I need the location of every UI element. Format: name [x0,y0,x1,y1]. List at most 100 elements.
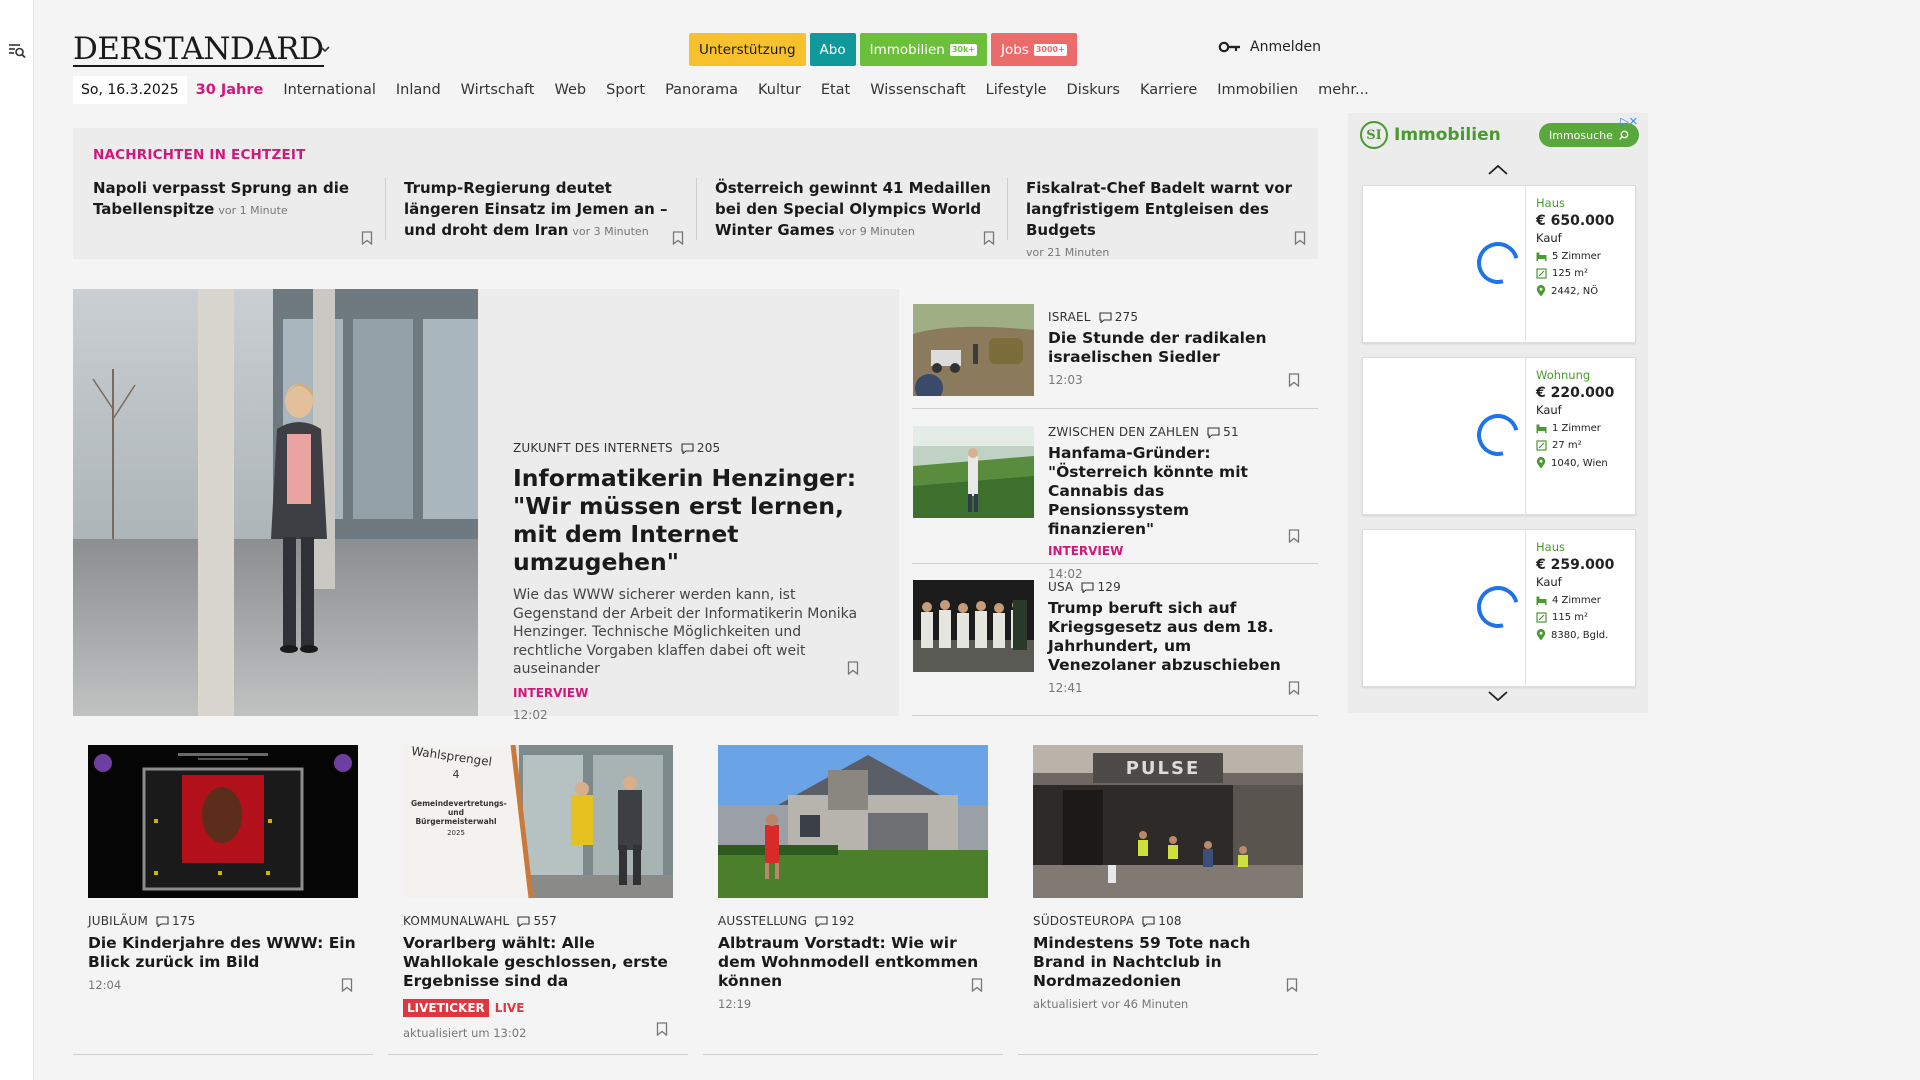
bookmark-icon[interactable] [1286,978,1298,992]
ad-listing-card[interactable]: Haus € 259.000 Kauf 4 Zimmer 115 m² 8380… [1362,529,1636,688]
hero-image[interactable] [73,289,478,716]
hero-article[interactable]: ZUKUNFT DES INTERNETS 205 Informatikerin… [73,289,899,722]
liveticker-badge-row: LIVETICKER LIVE [403,999,673,1017]
article-image[interactable] [88,745,358,898]
ad-choices-icon[interactable]: ▷✕ [1620,115,1638,128]
nav-item-sport[interactable]: Sport [606,82,645,98]
jobs-button[interactable]: Jobs 3000+ [991,33,1077,66]
chevron-down-icon[interactable] [318,42,332,56]
comment-count[interactable]: 108 [1142,914,1182,928]
comment-count[interactable]: 51 [1207,425,1239,439]
bookmark-icon[interactable] [1294,231,1306,245]
bookmark-icon[interactable] [1288,529,1300,543]
ticker-item[interactable]: Österreich gewinnt 41 Medaillen bei den … [715,178,1005,248]
side-kicker[interactable]: USA [1048,580,1073,594]
side-article-image[interactable] [913,580,1034,672]
side-article-image[interactable] [913,426,1034,518]
side-article-title[interactable]: Trump beruft sich auf Kriegsgesetz aus d… [1048,599,1298,675]
article-kicker[interactable]: JUBILÄUM [88,914,148,928]
nav-item-inland[interactable]: Inland [396,82,441,98]
side-article[interactable]: USA 129 Trump beruft sich auf Kriegsgese… [912,564,1318,716]
side-kicker-row: ISRAEL 275 [1048,310,1298,324]
nav-item-karriere[interactable]: Karriere [1140,82,1197,98]
location-pin-icon [1536,285,1546,297]
comment-count[interactable]: 205 [681,441,721,455]
article-title[interactable]: Vorarlberg wählt: Alle Wahllokale geschl… [403,934,673,991]
article-card[interactable]: PULSE SÜDOSTEUROPA 108 Mindestens 59 Tot… [1033,745,1303,1011]
comment-count[interactable]: 192 [815,914,855,928]
article-image[interactable]: Wahlsprengel 4 Gemeindevertretungs- und … [403,745,673,898]
side-kicker[interactable]: ISRAEL [1048,310,1091,324]
article-title[interactable]: Albtraum Vorstadt: Wie wir dem Wohnmodel… [718,934,988,991]
article-title[interactable]: Mindestens 59 Tote nach Brand in Nachtcl… [1033,934,1303,991]
hero-title[interactable]: Informatikerin Henzinger: "Wir müssen er… [513,464,873,576]
site-logo[interactable]: DERSTANDARD [73,31,324,67]
side-article-image[interactable] [913,304,1034,396]
nav-item-more[interactable]: mehr... [1318,82,1369,98]
bookmark-icon[interactable] [341,978,353,992]
side-article-text: ISRAEL 275 Die Stunde der radikalen isra… [1048,310,1298,387]
article-image[interactable]: PULSE [1033,745,1303,898]
article-kicker-row: AUSSTELLUNG 192 [718,914,988,928]
side-article[interactable]: ZWISCHEN DEN ZAHLEN 51 Hanfama-Gründer: … [912,409,1318,581]
bookmark-icon[interactable] [1288,373,1300,387]
bookmark-icon[interactable] [656,1022,668,1036]
nav-item-web[interactable]: Web [555,82,587,98]
article-kicker[interactable]: KOMMUNALWAHL [403,914,509,928]
nav-item-diskurs[interactable]: Diskurs [1067,82,1120,98]
bookmark-icon[interactable] [983,231,995,245]
bookmark-icon[interactable] [672,231,684,245]
ticker-heading[interactable]: NACHRICHTEN IN ECHTZEIT [93,147,306,163]
ad-listing-card[interactable]: Wohnung € 220.000 Kauf 1 Zimmer 27 m² 10… [1362,357,1636,516]
abo-button[interactable]: Abo [809,33,856,66]
article-title[interactable]: Die Kinderjahre des WWW: Ein Blick zurüc… [88,934,358,972]
article-kicker[interactable]: SÜDOSTEUROPA [1033,914,1134,928]
hero-kicker[interactable]: ZUKUNFT DES INTERNETS [513,441,673,455]
comment-count[interactable]: 275 [1099,310,1139,324]
nav-item-wirtschaft[interactable]: Wirtschaft [461,82,535,98]
bookmark-icon[interactable] [361,231,373,245]
bookmark-icon[interactable] [847,661,859,675]
side-kicker[interactable]: ZWISCHEN DEN ZAHLEN [1048,425,1199,439]
nav-item-wissenschaft[interactable]: Wissenschaft [870,82,965,98]
side-article-title[interactable]: Hanfama-Gründer: "Österreich könnte mit … [1048,444,1298,539]
nav-item-30-jahre[interactable]: 30 Jahre [196,82,264,98]
comment-count[interactable]: 175 [156,914,196,928]
nav-item-panorama[interactable]: Panorama [665,82,738,98]
search-icon [1618,130,1629,140]
immobilien-ad[interactable]: SI Immobilien Immosuche ▷✕ Haus € 650.00… [1348,113,1648,713]
nav-item-immobilien[interactable]: Immobilien [1217,82,1298,98]
article-card[interactable]: JUBILÄUM 175 Die Kinderjahre des WWW: Ei… [88,745,358,992]
immobilien-button[interactable]: Immobilien 30k+ [859,33,987,66]
comment-count[interactable]: 557 [517,914,557,928]
nav-item-etat[interactable]: Etat [821,82,850,98]
login-button[interactable]: Anmelden [1218,39,1321,55]
ticker-item[interactable]: Trump-Regierung deutet längeren Einsatz … [404,178,694,248]
listing-location-value: 1040, Wien [1551,457,1608,469]
nav-item-international[interactable]: International [283,82,376,98]
chevron-down-icon[interactable] [1486,689,1510,703]
article-kicker[interactable]: AUSSTELLUNG [718,914,807,928]
side-article[interactable]: ISRAEL 275 Die Stunde der radikalen isra… [912,289,1318,409]
search-menu-icon[interactable] [8,42,26,60]
ticker-item[interactable]: Napoli verpasst Sprung an die Tabellensp… [93,178,383,248]
bookmark-icon[interactable] [971,978,983,992]
side-article-title[interactable]: Die Stunde der radikalen israelischen Si… [1048,329,1298,367]
interview-tag: INTERVIEW [1048,544,1124,558]
support-button[interactable]: Unterstützung [689,33,806,66]
article-card[interactable]: AUSSTELLUNG 192 Albtraum Vorstadt: Wie w… [718,745,988,1011]
side-article-text: ZWISCHEN DEN ZAHLEN 51 Hanfama-Gründer: … [1048,425,1298,581]
area-icon [1536,268,1547,279]
chevron-up-icon[interactable] [1486,163,1510,177]
nav-item-lifestyle[interactable]: Lifestyle [986,82,1047,98]
bookmark-icon[interactable] [1288,681,1300,695]
bed-icon [1536,252,1547,261]
nav-item-kultur[interactable]: Kultur [758,82,801,98]
ticker-item[interactable]: Fiskalrat-Chef Badelt warnt vor langfris… [1026,178,1316,259]
comment-count[interactable]: 129 [1081,580,1121,594]
ad-listing-card[interactable]: Haus € 650.000 Kauf 5 Zimmer 125 m² 2442… [1362,185,1636,344]
article-image[interactable] [718,745,988,898]
ad-brand[interactable]: SI Immobilien [1360,121,1501,149]
article-card[interactable]: Wahlsprengel 4 Gemeindevertretungs- und … [403,745,673,1040]
listing-deal: Kauf [1536,231,1562,245]
